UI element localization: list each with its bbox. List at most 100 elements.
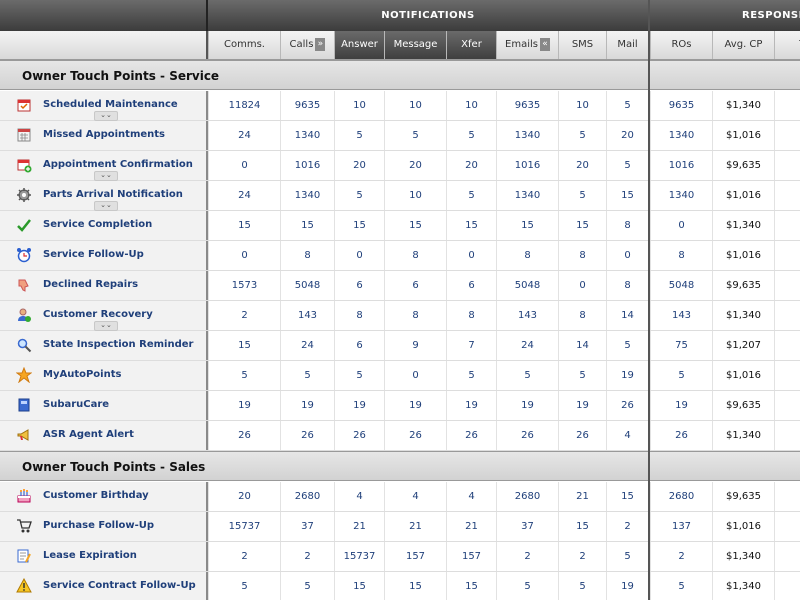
cell-calls[interactable]: 143 <box>280 301 334 330</box>
cell-sms[interactable]: 2 <box>558 542 606 571</box>
cell-emails[interactable]: 5048 <box>496 271 558 300</box>
touch-point-link[interactable]: Missed Appointments <box>43 129 165 140</box>
cell-ros[interactable]: 0 <box>650 211 712 240</box>
cell-answer[interactable]: 5 <box>334 361 384 390</box>
cell-message[interactable]: 157 <box>384 542 446 571</box>
cell-comms[interactable]: 5 <box>208 572 280 600</box>
cell-ros[interactable]: 143 <box>650 301 712 330</box>
cell-comms[interactable]: 2 <box>208 301 280 330</box>
cell-answer[interactable]: 0 <box>334 241 384 270</box>
cell-message[interactable]: 21 <box>384 512 446 541</box>
cell-comms[interactable]: 5 <box>208 361 280 390</box>
cell-xfer[interactable]: 5 <box>446 181 496 210</box>
cell-message[interactable]: 10 <box>384 91 446 120</box>
cell-sms[interactable]: 20 <box>558 151 606 180</box>
touch-point-link[interactable]: Scheduled Maintenance <box>43 99 178 110</box>
cell-comms[interactable]: 20 <box>208 482 280 511</box>
cell-comms[interactable]: 26 <box>208 421 280 450</box>
cell-message[interactable]: 8 <box>384 301 446 330</box>
cell-sms[interactable]: 5 <box>558 572 606 600</box>
cell-emails[interactable]: 8 <box>496 241 558 270</box>
collapse-columns-icon[interactable]: « <box>539 37 550 51</box>
cell-mail[interactable]: 2 <box>606 512 648 541</box>
cell-message[interactable]: 15 <box>384 572 446 600</box>
cell-xfer[interactable]: 0 <box>446 241 496 270</box>
cell-ros[interactable]: 1340 <box>650 121 712 150</box>
cell-mail[interactable]: 19 <box>606 361 648 390</box>
cell-sms[interactable]: 21 <box>558 482 606 511</box>
cell-sms[interactable]: 10 <box>558 91 606 120</box>
cell-mail[interactable]: 14 <box>606 301 648 330</box>
column-header-avg-cp[interactable]: Avg. CP <box>712 31 774 59</box>
cell-mail[interactable]: 8 <box>606 211 648 240</box>
touch-point-link[interactable]: Appointment Confirmation <box>43 159 193 170</box>
cell-comms[interactable]: 19 <box>208 391 280 420</box>
cell-ros[interactable]: 1340 <box>650 181 712 210</box>
cell-emails[interactable]: 26 <box>496 421 558 450</box>
cell-message[interactable]: 15 <box>384 211 446 240</box>
column-header-ros[interactable]: ROs <box>650 31 712 59</box>
cell-xfer[interactable]: 7 <box>446 331 496 360</box>
cell-ros[interactable]: 9635 <box>650 91 712 120</box>
cell-comms[interactable]: 1573 <box>208 271 280 300</box>
cell-calls[interactable]: 1340 <box>280 121 334 150</box>
cell-ros[interactable]: 2 <box>650 542 712 571</box>
cell-emails[interactable]: 37 <box>496 512 558 541</box>
cell-xfer[interactable]: 20 <box>446 151 496 180</box>
cell-xfer[interactable]: 10 <box>446 91 496 120</box>
cell-sms[interactable]: 8 <box>558 301 606 330</box>
cell-mail[interactable]: 4 <box>606 421 648 450</box>
cell-comms[interactable]: 24 <box>208 121 280 150</box>
cell-ros[interactable]: 5 <box>650 572 712 600</box>
cell-calls[interactable]: 24 <box>280 331 334 360</box>
cell-message[interactable]: 5 <box>384 121 446 150</box>
cell-sms[interactable]: 8 <box>558 241 606 270</box>
touch-point-link[interactable]: MyAutoPoints <box>43 369 121 380</box>
cell-answer[interactable]: 19 <box>334 391 384 420</box>
cell-comms[interactable]: 15737 <box>208 512 280 541</box>
cell-sms[interactable]: 15 <box>558 211 606 240</box>
cell-sms[interactable]: 15 <box>558 512 606 541</box>
cell-sms[interactable]: 26 <box>558 421 606 450</box>
cell-calls[interactable]: 8 <box>280 241 334 270</box>
cell-comms[interactable]: 0 <box>208 241 280 270</box>
cell-emails[interactable]: 1016 <box>496 151 558 180</box>
expand-row-chevron-icon[interactable]: ⌄⌄ <box>94 111 118 121</box>
cell-xfer[interactable]: 15 <box>446 211 496 240</box>
cell-calls[interactable]: 9635 <box>280 91 334 120</box>
cell-mail[interactable]: 5 <box>606 542 648 571</box>
expand-row-chevron-icon[interactable]: ⌄⌄ <box>94 201 118 211</box>
cell-answer[interactable]: 20 <box>334 151 384 180</box>
cell-message[interactable]: 4 <box>384 482 446 511</box>
cell-emails[interactable]: 5 <box>496 361 558 390</box>
cell-ros[interactable]: 19 <box>650 391 712 420</box>
cell-message[interactable]: 20 <box>384 151 446 180</box>
cell-emails[interactable]: 2680 <box>496 482 558 511</box>
cell-mail[interactable]: 26 <box>606 391 648 420</box>
cell-emails[interactable]: 9635 <box>496 91 558 120</box>
cell-ros[interactable]: 5 <box>650 361 712 390</box>
cell-xfer[interactable]: 5 <box>446 121 496 150</box>
cell-message[interactable]: 0 <box>384 361 446 390</box>
cell-mail[interactable]: 0 <box>606 241 648 270</box>
cell-calls[interactable]: 37 <box>280 512 334 541</box>
column-header-te[interactable]: Te <box>774 31 800 59</box>
cell-calls[interactable]: 26 <box>280 421 334 450</box>
expand-columns-icon[interactable]: » <box>315 37 326 51</box>
cell-calls[interactable]: 1016 <box>280 151 334 180</box>
cell-message[interactable]: 8 <box>384 241 446 270</box>
cell-answer[interactable]: 15 <box>334 211 384 240</box>
cell-xfer[interactable]: 4 <box>446 482 496 511</box>
column-header-xfer[interactable]: Xfer <box>446 31 496 59</box>
cell-emails[interactable]: 5 <box>496 572 558 600</box>
cell-mail[interactable]: 5 <box>606 91 648 120</box>
cell-sms[interactable]: 0 <box>558 271 606 300</box>
cell-mail[interactable]: 15 <box>606 482 648 511</box>
touch-point-link[interactable]: ASR Agent Alert <box>43 429 134 440</box>
cell-xfer[interactable]: 8 <box>446 301 496 330</box>
cell-answer[interactable]: 26 <box>334 421 384 450</box>
cell-comms[interactable]: 0 <box>208 151 280 180</box>
cell-comms[interactable]: 11824 <box>208 91 280 120</box>
cell-sms[interactable]: 14 <box>558 331 606 360</box>
touch-point-link[interactable]: Service Follow-Up <box>43 249 144 260</box>
